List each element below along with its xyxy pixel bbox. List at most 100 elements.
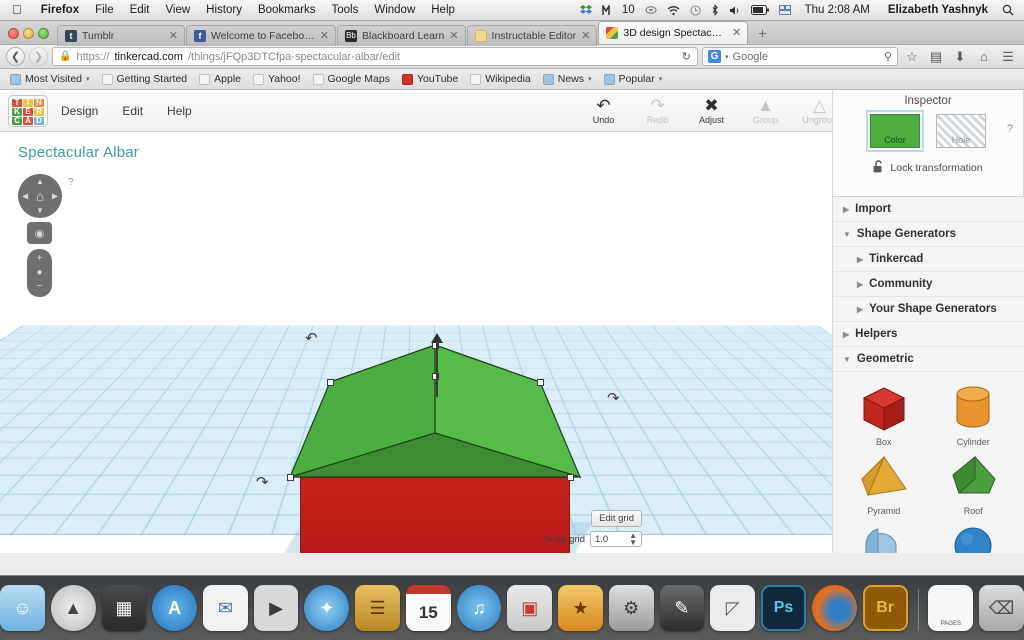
dock-item-app-store[interactable]: A: [152, 585, 197, 631]
dock-item-mail[interactable]: ✉: [203, 585, 248, 631]
lock-transformation-row[interactable]: Lock transformation: [833, 148, 1023, 176]
menu-icon[interactable]: ☰: [998, 49, 1018, 65]
stepper-icon[interactable]: ▲ ▼: [629, 531, 637, 546]
close-icon[interactable]: ✕: [320, 30, 329, 42]
search-icon[interactable]: [997, 4, 1024, 16]
model-base-box[interactable]: [300, 477, 570, 553]
menu-clock[interactable]: Thu 2:08 AM: [796, 4, 879, 16]
bluetooth-icon[interactable]: [706, 4, 724, 16]
dock-item-launchpad[interactable]: ▲: [50, 585, 96, 631]
model-roof[interactable]: [255, 337, 615, 487]
menu-history[interactable]: History: [198, 4, 250, 16]
bookmark-wikipedia[interactable]: Wikipedia: [465, 72, 536, 86]
browser-tab-tinkercad[interactable]: 3D design Spectacular Alb... ✕: [598, 21, 749, 44]
sidebar-section-your-shape-generators[interactable]: ▶ Your Shape Generators: [833, 297, 1024, 322]
dock-item-contacts[interactable]: ☰: [355, 585, 400, 631]
menu-view[interactable]: View: [157, 4, 198, 16]
bookmark-youtube[interactable]: YouTube: [397, 72, 463, 86]
back-arrow-icon[interactable]: ❮: [6, 47, 25, 66]
rotate-arrow-icon[interactable]: ↷: [607, 389, 620, 407]
dock-item-bridge[interactable]: Br: [862, 585, 908, 631]
url-input[interactable]: 🔒 https:// tinkercad.com /things/jFQp3DT…: [52, 47, 698, 66]
menu-file[interactable]: File: [87, 4, 122, 16]
nav-right-arrow-icon[interactable]: ▶: [52, 192, 58, 201]
little-snitch-icon[interactable]: [597, 4, 617, 16]
bookmark-news[interactable]: News ▾: [538, 72, 597, 86]
volume-icon[interactable]: [724, 5, 746, 16]
dock-item-finder[interactable]: ☺: [0, 585, 45, 631]
dock-item-photoshop[interactable]: Ps: [761, 585, 806, 631]
sidebar-section-tinkercad[interactable]: ▶ Tinkercad: [833, 247, 1024, 272]
wifi-icon[interactable]: [662, 5, 685, 16]
dock-item-firefox[interactable]: [811, 585, 857, 631]
sidebar-section-helpers[interactable]: ▶ Helpers: [833, 322, 1024, 347]
page-title[interactable]: Spectacular Albar: [18, 144, 139, 161]
design-canvas[interactable]: Spectacular Albar ▲ ▼ ◀ ▶ ⌂ ? ◉ + ● − ↶ …: [0, 132, 838, 553]
zoom-handle[interactable]: ●: [36, 268, 42, 278]
zoom-out-button[interactable]: −: [37, 282, 43, 292]
sidebar-section-shape-generators[interactable]: ▼ Shape Generators: [833, 222, 1024, 247]
menu-tools[interactable]: Tools: [323, 4, 366, 16]
tinkercad-logo[interactable]: T I N K E R C A D: [8, 94, 48, 127]
reload-icon[interactable]: ↻: [682, 50, 691, 63]
rotate-arrow-icon[interactable]: ↷: [256, 473, 269, 491]
zoom-in-button[interactable]: +: [37, 254, 43, 264]
hole-swatch[interactable]: Hole: [936, 114, 986, 148]
new-tab-button[interactable]: +: [749, 25, 775, 44]
shape-pyramid[interactable]: Pyramid: [839, 449, 929, 516]
snap-grid-stepper[interactable]: 1.0 ▲ ▼: [590, 531, 642, 547]
time-machine-icon[interactable]: [685, 4, 706, 16]
browser-tab-instructables[interactable]: Instructable Editor ✕: [466, 25, 598, 46]
reader-mode-icon[interactable]: ▤: [926, 49, 946, 65]
handle-left[interactable]: [327, 379, 334, 386]
zoom-window-button[interactable]: [38, 28, 49, 39]
shape-sphere[interactable]: Sphere: [929, 518, 1019, 553]
search-icon[interactable]: ⚲: [884, 50, 892, 63]
downloads-icon[interactable]: ⬇: [950, 49, 970, 65]
bookmark-yahoo[interactable]: Yahoo!: [248, 72, 306, 86]
nav-down-arrow-icon[interactable]: ▼: [36, 206, 44, 215]
search-engine-caret[interactable]: ▾: [725, 53, 729, 61]
zoom-controls[interactable]: + ● −: [27, 249, 52, 297]
menu-firefox[interactable]: Firefox: [33, 4, 87, 16]
dock-item-calendar[interactable]: 15: [405, 585, 451, 631]
group-button[interactable]: ▲ Group: [740, 96, 792, 125]
close-icon[interactable]: ✕: [449, 30, 458, 42]
edit-grid-button[interactable]: Edit grid: [591, 510, 642, 527]
browser-tab-facebook[interactable]: f Welcome to Facebook – L... ✕: [186, 25, 336, 46]
view-navigation-cube[interactable]: ▲ ▼ ◀ ▶ ⌂: [18, 174, 62, 218]
redo-button[interactable]: ↷ Redo: [632, 96, 684, 125]
bookmark-apple[interactable]: Apple: [194, 72, 246, 86]
dock-item-preview[interactable]: ◸: [710, 585, 756, 631]
handle-right[interactable]: [537, 379, 544, 386]
bookmark-getting-started[interactable]: Getting Started: [97, 72, 193, 86]
handle-bottom-left[interactable]: [287, 474, 294, 481]
dock-item-iphoto[interactable]: ▣: [507, 585, 553, 631]
dock-item-safari[interactable]: ✦: [304, 585, 350, 631]
undo-button[interactable]: ↶ Undo: [578, 96, 630, 125]
menu-window[interactable]: Window: [366, 4, 423, 16]
adjust-button[interactable]: ✖ Adjust: [686, 96, 738, 125]
tinkercad-menu-design[interactable]: Design: [50, 104, 109, 118]
battery-icon[interactable]: [746, 5, 774, 15]
handle-bottom-right[interactable]: [567, 474, 574, 481]
tinkercad-menu-help[interactable]: Help: [156, 104, 203, 118]
bookmark-most-visited[interactable]: Most Visited ▾: [5, 72, 95, 86]
height-arrow-stem[interactable]: [436, 339, 438, 397]
dropbox-icon[interactable]: [575, 4, 597, 16]
sidebar-section-import[interactable]: ▶ Import: [833, 197, 1024, 222]
dock-item-paint-app[interactable]: ✎: [659, 585, 705, 631]
minimize-window-button[interactable]: [23, 28, 34, 39]
close-icon[interactable]: ✕: [169, 30, 178, 42]
color-swatch[interactable]: Color: [866, 110, 924, 152]
dock-item-imovie[interactable]: ★: [558, 585, 603, 631]
shape-cylinder[interactable]: Cylinder: [929, 380, 1019, 447]
input-source-icon[interactable]: [774, 5, 796, 15]
home-view-icon[interactable]: ⌂: [36, 189, 44, 204]
close-icon[interactable]: ✕: [732, 27, 741, 39]
view-help-icon[interactable]: ?: [68, 177, 74, 188]
shape-round-roof[interactable]: Round Roof: [839, 518, 929, 553]
sidebar-section-community[interactable]: ▶ Community: [833, 272, 1024, 297]
menu-edit[interactable]: Edit: [122, 4, 158, 16]
dock-item-mission-control[interactable]: ▦: [101, 585, 147, 631]
